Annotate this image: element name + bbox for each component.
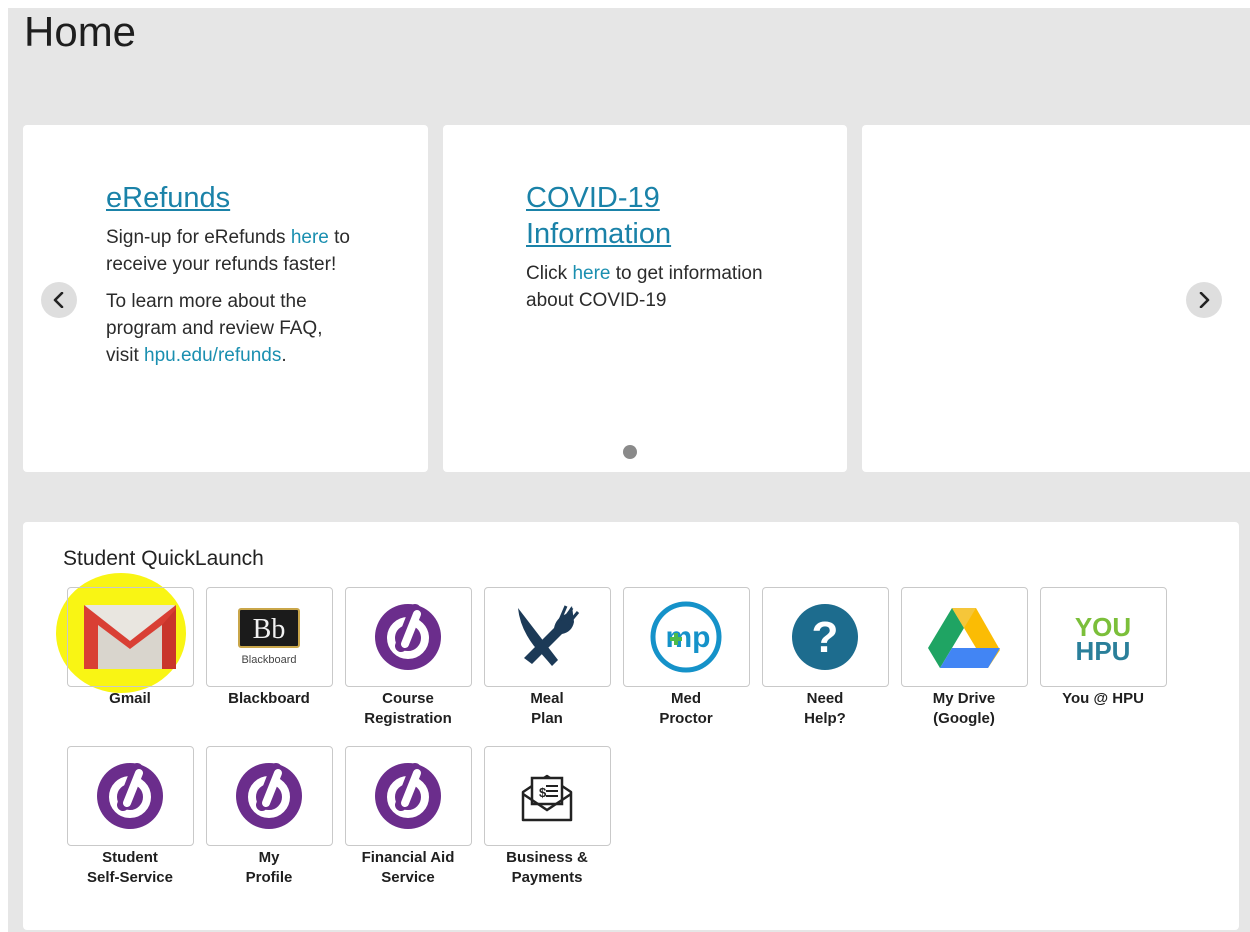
svg-text:?: ? xyxy=(812,613,839,662)
tile-need-help-box[interactable]: ? xyxy=(761,587,889,687)
erefunds-description: Sign-up for eRefunds here to receive you… xyxy=(106,227,350,275)
tile-course-registration[interactable]: Course Registration xyxy=(344,587,472,729)
tile-med-proctor-label: Med Proctor xyxy=(659,690,713,727)
ellucian-icon xyxy=(375,604,441,670)
tile-you-hpu-label: You @ HPU xyxy=(1062,690,1144,707)
google-drive-icon xyxy=(928,608,1000,668)
svg-text:$: $ xyxy=(539,785,547,800)
carousel-indicator-dot[interactable] xyxy=(623,445,637,459)
tile-blackboard-label: Blackboard xyxy=(228,690,310,707)
tile-gmail-box[interactable] xyxy=(66,587,194,687)
tile-course-registration-box[interactable] xyxy=(344,587,472,687)
tile-my-profile-box[interactable] xyxy=(205,746,333,846)
chevron-right-icon xyxy=(1199,292,1210,308)
quicklaunch-title: Student QuickLaunch xyxy=(63,547,264,570)
svg-text:Bb: Bb xyxy=(253,614,286,645)
tile-financial-aid-label: Financial Aid Service xyxy=(361,849,455,886)
envelope-bill-icon: $ xyxy=(521,774,573,822)
tile-financial-aid-box[interactable] xyxy=(344,746,472,846)
ellucian-icon xyxy=(97,763,163,829)
carousel-next-button[interactable] xyxy=(1186,282,1222,318)
ellucian-icon xyxy=(375,763,441,829)
tile-gmail-label: Gmail xyxy=(109,690,151,707)
covid-title-link[interactable]: COVID-19 Information xyxy=(526,180,776,252)
tile-my-drive[interactable]: My Drive (Google) xyxy=(900,587,1028,729)
tile-business-payments-label: Business & Payments xyxy=(506,849,588,886)
svg-text:Blackboard: Blackboard xyxy=(241,654,296,666)
tile-financial-aid[interactable]: Financial Aid Service xyxy=(344,746,472,888)
tile-business-payments[interactable]: $ Business & Payments xyxy=(483,746,611,888)
you-hpu-icon: YOU HPU xyxy=(1075,612,1131,666)
gmail-icon xyxy=(84,605,176,669)
erefunds-title-link[interactable]: eRefunds xyxy=(106,180,356,216)
tile-business-payments-box[interactable]: $ xyxy=(483,746,611,846)
knife-fork-icon xyxy=(518,605,580,666)
medproctor-icon: mp xyxy=(650,601,722,673)
erefunds-signup-link[interactable]: here xyxy=(291,227,329,248)
refunds-url-link[interactable]: hpu.edu/refunds xyxy=(144,345,281,366)
tile-gmail[interactable]: Gmail xyxy=(66,587,194,709)
tile-need-help-label: Need Help? xyxy=(804,690,846,727)
announcement-card-erefunds: eRefunds Sign-up for eRefunds here to re… xyxy=(23,125,428,472)
tile-my-drive-box[interactable] xyxy=(900,587,1028,687)
tile-my-profile[interactable]: My Profile xyxy=(205,746,333,888)
tile-med-proctor[interactable]: mp Med Proctor xyxy=(622,587,750,729)
tile-blackboard[interactable]: Bb Blackboard Blackboard xyxy=(205,587,333,709)
tile-meal-plan-label: Meal Plan xyxy=(530,690,564,727)
tile-need-help[interactable]: ? Need Help? xyxy=(761,587,889,729)
tile-course-registration-label: Course Registration xyxy=(364,690,452,727)
announcement-card-covid: COVID-19 Information Click here to get i… xyxy=(443,125,847,472)
erefunds-faq-text: To learn more about the program and revi… xyxy=(106,291,323,366)
tile-student-self-service[interactable]: Student Self-Service xyxy=(66,746,194,888)
tile-blackboard-box[interactable]: Bb Blackboard xyxy=(205,587,333,687)
tile-you-hpu-box[interactable]: YOU HPU xyxy=(1039,587,1167,687)
tile-student-self-service-box[interactable] xyxy=(66,746,194,846)
carousel-prev-button[interactable] xyxy=(41,282,77,318)
chevron-left-icon xyxy=(53,292,64,308)
tile-you-hpu[interactable]: YOU HPU You @ HPU xyxy=(1039,587,1167,709)
covid-description: Click here to get information about COVI… xyxy=(526,263,763,311)
tile-meal-plan[interactable]: Meal Plan xyxy=(483,587,611,729)
question-icon: ? xyxy=(792,604,858,670)
page-title: Home xyxy=(24,8,137,55)
tile-my-drive-label: My Drive (Google) xyxy=(932,690,996,727)
blackboard-icon: Bb Blackboard xyxy=(238,608,300,666)
ellucian-icon xyxy=(236,763,302,829)
svg-text:HPU: HPU xyxy=(1076,636,1131,666)
tile-meal-plan-box[interactable] xyxy=(483,587,611,687)
tile-student-self-service-label: Student Self-Service xyxy=(87,849,173,886)
tile-my-profile-label: My Profile xyxy=(245,849,293,886)
covid-info-link[interactable]: here xyxy=(572,263,610,284)
tile-med-proctor-box[interactable]: mp xyxy=(622,587,750,687)
